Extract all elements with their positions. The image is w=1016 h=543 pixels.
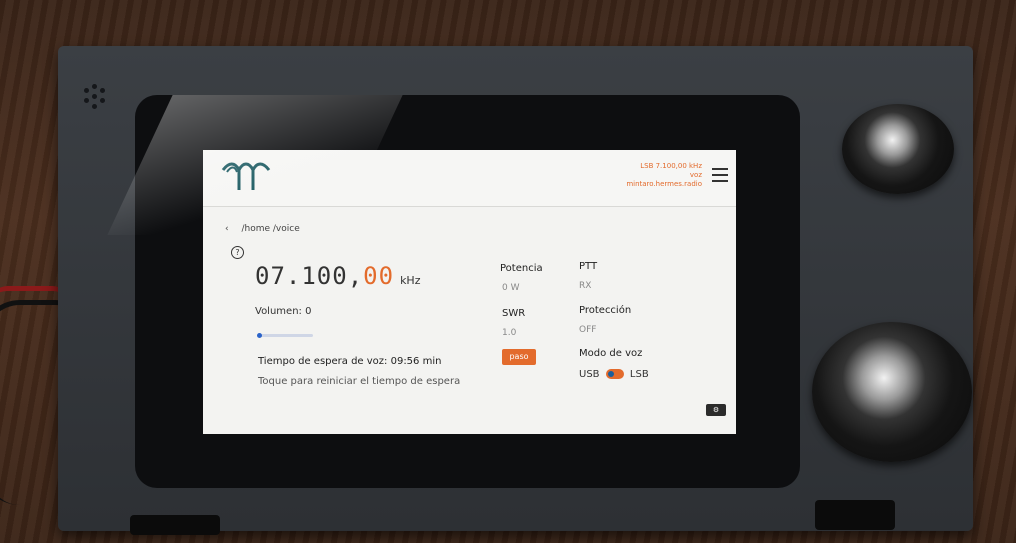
breadcrumb-path: /home /voice <box>241 224 300 234</box>
device-foot-right <box>815 500 895 530</box>
volume-slider[interactable] <box>257 333 313 338</box>
proteccion-value: OFF <box>579 325 597 335</box>
voice-mode-label: Modo de voz <box>579 348 643 359</box>
breadcrumb: ‹ /home /voice <box>225 224 300 234</box>
volume-slider-handle[interactable] <box>257 333 262 338</box>
frequency-main-digits: 07.100, <box>255 262 364 290</box>
voice-mode-lsb: LSB <box>629 369 649 380</box>
help-icon[interactable]: ? <box>231 246 244 259</box>
voice-timeout-label: Tiempo de espera de voz: 09:56 min <box>258 356 442 367</box>
hermes-logo-icon <box>221 162 271 190</box>
settings-gear-icon[interactable]: ⚙ <box>706 404 726 416</box>
voice-mode-usb: USB <box>579 369 600 380</box>
frequency-display[interactable]: 07.100,00 kHz <box>255 262 420 290</box>
header-band-mode: LSB 7.100,00 kHz <box>640 162 702 170</box>
voice-mode-switch: USB LSB <box>579 369 649 380</box>
header-host: mintaro.hermes.radio <box>626 180 702 188</box>
header-status: LSB 7.100,00 kHz voz mintaro.hermes.radi… <box>626 162 702 189</box>
hamburger-menu-icon[interactable] <box>712 168 728 182</box>
top-bar: LSB 7.100,00 kHz voz mintaro.hermes.radi… <box>203 150 736 207</box>
ptt-value: RX <box>579 281 592 291</box>
speaker-grille-icon <box>84 84 114 114</box>
proteccion-label: Protección <box>579 305 632 316</box>
ptt-label: PTT <box>579 261 598 272</box>
touch-screen: LSB 7.100,00 kHz voz mintaro.hermes.radi… <box>203 150 736 434</box>
reset-timeout-link[interactable]: Toque para reiniciar el tiempo de espera <box>258 376 460 387</box>
tuning-knob-top[interactable] <box>842 104 954 194</box>
frequency-highlight-digits: 00 <box>363 262 395 290</box>
volume-label: Volumen: 0 <box>255 306 312 317</box>
header-mode: voz <box>689 171 702 179</box>
tuning-knob-bottom[interactable] <box>812 322 972 462</box>
step-button[interactable]: paso <box>502 349 536 365</box>
voice-mode-toggle[interactable] <box>605 369 624 379</box>
back-chevron-icon[interactable]: ‹ <box>225 224 229 234</box>
device-foot-left <box>130 515 220 535</box>
swr-value: 1.0 <box>502 328 517 338</box>
potencia-label: Potencia <box>500 263 543 274</box>
frequency-unit: kHz <box>400 274 421 287</box>
swr-label: SWR <box>502 308 526 319</box>
potencia-value: 0 W <box>502 283 520 293</box>
